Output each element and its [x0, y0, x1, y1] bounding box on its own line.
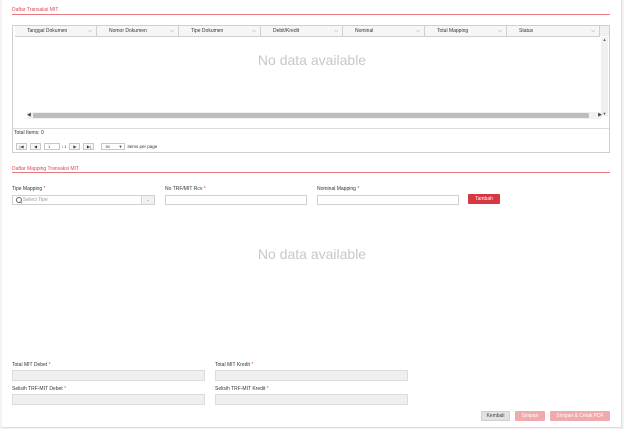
scroll-left-icon[interactable]: ◀ [27, 112, 31, 119]
per-page-label: items per page [127, 143, 158, 149]
vertical-scrollbar[interactable]: ▲ ▼ [601, 37, 608, 116]
chevron-down-icon[interactable]: ⌵ [252, 26, 256, 36]
tipe-mapping-label: Tipe Mapping * [12, 186, 45, 192]
label-text: Total MIT Kredit [215, 362, 250, 368]
scroll-up-icon[interactable]: ▲ [601, 37, 608, 42]
column-header-tanggal[interactable]: Tanggal Dokumen ⌵ [15, 26, 97, 36]
label-text: No TRF/MIT Rcv [165, 186, 203, 192]
grid-empty-message: No data available [257, 52, 367, 68]
chevron-down-icon[interactable]: ⌵ [88, 26, 92, 36]
select-placeholder: Select Tipe [23, 197, 48, 203]
section-divider [12, 14, 610, 15]
column-header-nominal[interactable]: Nominal ⌵ [343, 26, 425, 36]
chevron-down-icon[interactable]: ⌵ [498, 26, 502, 36]
label-text: Selisih TRF-MIT Debet [12, 386, 63, 392]
kembali-button[interactable]: Kembali [481, 411, 510, 421]
column-label: Status [519, 28, 534, 34]
required-mark: * [357, 186, 360, 192]
selisih-kredit-field [215, 394, 408, 405]
tipe-mapping-select[interactable]: Select Tipe ⌄ [12, 195, 155, 205]
label-text: Selisih TRF-MIT Kredit [215, 386, 266, 392]
chevron-down-icon: ▼ [118, 143, 123, 149]
total-debet-field [12, 370, 205, 381]
nominal-mapping-label: Nominal Mapping * [317, 186, 359, 192]
page: Daftar Transaksi MIT Tanggal Dokumen ⌵ No… [2, 0, 622, 428]
required-mark: * [48, 362, 51, 368]
label-text: Nominal Mapping [317, 186, 356, 192]
scroll-right-icon[interactable]: ▶ [598, 112, 602, 119]
nominal-mapping-input[interactable] [317, 195, 459, 205]
chevron-down-icon[interactable]: ⌵ [170, 26, 174, 36]
prev-page-button[interactable]: ◀ [30, 142, 41, 150]
scrollbar-thumb[interactable] [33, 113, 589, 118]
required-mark: * [266, 386, 269, 392]
transaksi-grid: Tanggal Dokumen ⌵ Nomor Dokumen ⌵ Tipe Dok… [12, 25, 610, 153]
required-mark: * [203, 186, 206, 192]
page-of-text: / 1 [62, 143, 67, 149]
total-kredit-label: Total MIT Kredit * [215, 362, 253, 368]
section-title-transaksi: Daftar Transaksi MIT [12, 7, 59, 13]
mapping-empty-message: No data available [257, 246, 367, 262]
grid-footer-divider [13, 128, 609, 129]
no-trf-label: No TRF/MIT Rcv * [165, 186, 206, 192]
grid-header: Tanggal Dokumen ⌵ Nomor Dokumen ⌵ Tipe Dok… [15, 26, 600, 37]
tambah-button[interactable]: Tambah [468, 194, 500, 204]
page-size-value: 50 [105, 143, 110, 149]
last-page-button[interactable]: ▶| [83, 142, 95, 150]
selisih-debet-field [12, 394, 205, 405]
first-page-button[interactable]: |◀ [16, 142, 27, 150]
total-kredit-field [215, 370, 408, 381]
section-divider [12, 172, 610, 173]
required-mark: * [251, 362, 254, 368]
label-text: Tipe Mapping [12, 186, 43, 192]
total-debet-label: Total MIT Debet * [12, 362, 51, 368]
pager: |◀ ◀ 1 / 1 ▶ ▶| 50 ▼ items per page [16, 142, 157, 150]
column-header-status[interactable]: Status ⌵ [507, 26, 600, 36]
required-mark: * [43, 186, 46, 192]
chevron-down-icon[interactable]: ⌄ [141, 196, 154, 204]
chevron-down-icon[interactable]: ⌵ [416, 26, 420, 36]
column-label: Nomor Dokumen [109, 28, 147, 34]
column-label: Total Mapping [437, 28, 469, 34]
column-label: Tipe Dokumen [191, 28, 224, 34]
column-header-total-mapping[interactable]: Total Mapping ⌵ [425, 26, 507, 36]
simpan-button[interactable]: Simpan [515, 411, 545, 421]
next-page-button[interactable]: ▶ [69, 142, 81, 150]
column-header-tipe[interactable]: Tipe Dokumen ⌵ [179, 26, 261, 36]
label-text: Total MIT Debet [12, 362, 48, 368]
selisih-debet-label: Selisih TRF-MIT Debet * [12, 386, 66, 392]
required-mark: * [64, 386, 67, 392]
horizontal-scrollbar[interactable]: ◀ ▶ [27, 112, 602, 119]
column-label: Nominal [355, 28, 374, 34]
column-label: Tanggal Dokumen [27, 28, 68, 34]
chevron-down-icon[interactable]: ⌵ [591, 26, 595, 36]
no-trf-input[interactable] [165, 195, 307, 205]
total-items-text: Total Items: 0 [14, 130, 44, 136]
selisih-kredit-label: Selisih TRF-MIT Kredit * [215, 386, 269, 392]
column-header-nomor[interactable]: Nomor Dokumen ⌵ [97, 26, 179, 36]
column-header-debit-kredit[interactable]: Debit/Kredit ⌵ [261, 26, 343, 36]
page-size-select[interactable]: 50 ▼ [101, 142, 126, 150]
scroll-down-icon[interactable]: ▼ [601, 111, 608, 116]
search-icon [16, 197, 22, 203]
chevron-down-icon[interactable]: ⌵ [334, 26, 338, 36]
simpan-cetak-button[interactable]: Simpan & Cetak PDF [550, 411, 610, 421]
page-number-input[interactable]: 1 [44, 142, 60, 150]
header-scroll-corner [599, 26, 609, 36]
column-label: Debit/Kredit [273, 28, 300, 34]
